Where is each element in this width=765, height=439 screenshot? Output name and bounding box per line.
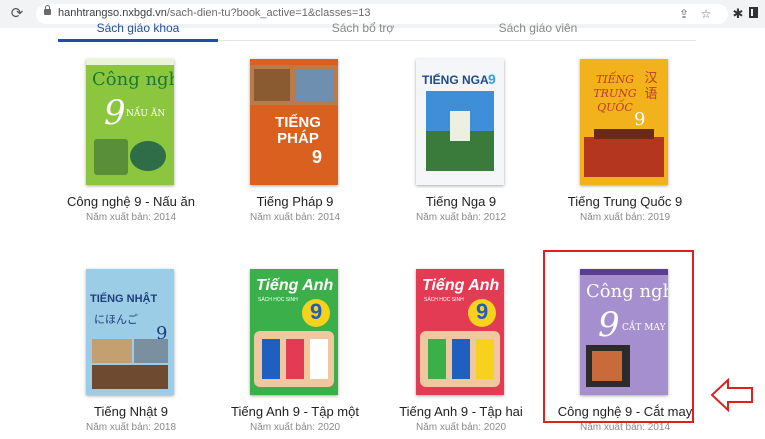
tab-supplementary[interactable]: Sách bổ trợ	[283, 21, 443, 35]
book-card[interactable]: TIẾNG NHẬT にほんご 9 Tiếng Nhật 9 Năm xuất …	[46, 269, 216, 439]
publish-year: Năm xuất bản: 2020	[249, 422, 341, 433]
book-title[interactable]: Tiếng Trung Quốc 9	[540, 194, 710, 209]
publish-year: Năm xuất bản: 2014	[249, 212, 341, 223]
book-card[interactable]: Tiếng Anh SÁCH HỌC SINH 9 Tiếng Anh 9 - …	[376, 269, 546, 439]
book-card[interactable]: TIẾNG PHÁP 9 Tiếng Pháp 9 Năm xuất bản: …	[210, 59, 380, 229]
url-text[interactable]: hanhtrangso.nxbgd.vn/sach-dien-tu?book_a…	[58, 7, 371, 19]
publish-year: Năm xuất bản: 2018	[85, 422, 177, 433]
book-type-tabs: Sách giáo khoa Sách bổ trợ Sách giáo viê…	[58, 21, 696, 42]
book-cover[interactable]: TIẾNG NGA 9	[416, 59, 504, 185]
book-card[interactable]: TIẾNG TRUNG QUỐC 汉语 9 Tiếng Trung Quốc 9…	[540, 59, 710, 229]
url-host: hanhtrangso.nxbgd.vn	[58, 7, 167, 19]
side-panel-icon[interactable]	[749, 7, 758, 18]
lock-icon[interactable]	[44, 5, 51, 15]
book-cover[interactable]: TIẾNG NHẬT にほんご 9	[86, 269, 174, 395]
book-title[interactable]: Công nghệ 9 - Nấu ăn	[46, 194, 216, 209]
publish-year: Năm xuất bản: 2020	[415, 422, 507, 433]
extensions-icon[interactable]: ✱	[729, 5, 747, 23]
left-arrow-icon	[710, 378, 753, 412]
star-icon[interactable]: ☆	[698, 6, 714, 22]
publish-year: Năm xuất bản: 2014	[85, 212, 177, 223]
book-card[interactable]: TIẾNG NGA 9 Tiếng Nga 9 Năm xuất bản: 20…	[376, 59, 546, 229]
book-title[interactable]: Tiếng Anh 9 - Tập hai	[376, 404, 546, 419]
book-title[interactable]: Tiếng Pháp 9	[210, 194, 380, 209]
book-cover[interactable]: TIẾNG TRUNG QUỐC 汉语 9	[580, 59, 668, 185]
tab-textbooks[interactable]: Sách giáo khoa	[58, 21, 218, 35]
book-cover[interactable]: TIẾNG PHÁP 9	[250, 59, 338, 185]
book-title[interactable]: Tiếng Nga 9	[376, 194, 546, 209]
publish-year: Năm xuất bản: 2014	[579, 422, 671, 433]
share-icon[interactable]: ⇪	[676, 6, 692, 22]
book-title[interactable]: Tiếng Anh 9 - Tập một	[210, 404, 380, 419]
publish-year: Năm xuất bản: 2012	[415, 212, 507, 223]
book-cover[interactable]: Công nghệ 9 NẤU ĂN	[86, 59, 174, 185]
active-tab-underline	[58, 39, 218, 42]
highlight-box	[543, 250, 694, 423]
publish-year: Năm xuất bản: 2019	[579, 212, 671, 223]
book-card[interactable]: Công nghệ 9 NẤU ĂN Công nghệ 9 - Nấu ăn …	[46, 59, 216, 229]
tab-teacher-books[interactable]: Sách giáo viên	[458, 21, 618, 35]
url-path: /sach-dien-tu?book_active=1&classes=13	[166, 7, 371, 19]
reload-icon[interactable]: ⟳	[8, 5, 26, 23]
book-card[interactable]: Tiếng Anh SÁCH HỌC SINH 9 Tiếng Anh 9 - …	[210, 269, 380, 439]
book-cover[interactable]: Tiếng Anh SÁCH HỌC SINH 9	[416, 269, 504, 395]
book-cover[interactable]: Tiếng Anh SÁCH HỌC SINH 9	[250, 269, 338, 395]
book-title[interactable]: Tiếng Nhật 9	[46, 404, 216, 419]
